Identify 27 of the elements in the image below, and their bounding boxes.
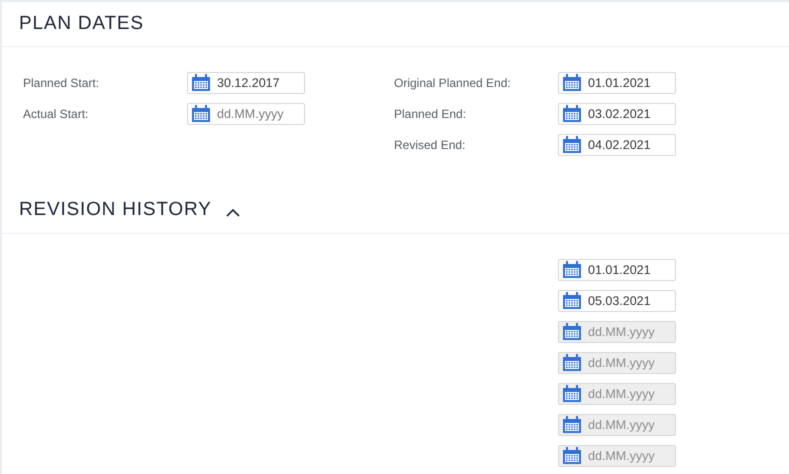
calendar-icon[interactable] bbox=[562, 74, 582, 92]
field-label: Revised End: bbox=[394, 138, 466, 152]
calendar-icon[interactable] bbox=[191, 74, 211, 92]
calendar-icon[interactable] bbox=[562, 447, 582, 465]
calendar-icon[interactable] bbox=[562, 354, 582, 372]
field-label: Actual Start: bbox=[23, 107, 90, 121]
field-label: Original Planned End: bbox=[394, 76, 512, 90]
chevron-icon[interactable] bbox=[226, 208, 240, 218]
calendar-icon[interactable] bbox=[562, 323, 582, 341]
date-field[interactable]: 04.02.2021 bbox=[558, 134, 676, 156]
date-field[interactable]: 01.01.2021 bbox=[558, 72, 676, 94]
calendar-icon[interactable] bbox=[562, 136, 582, 154]
field-label: Planned Start: bbox=[23, 76, 100, 90]
calendar-icon[interactable] bbox=[191, 105, 211, 123]
section-title: REVISION HISTORY bbox=[19, 199, 212, 221]
date-field[interactable]: 30.12.2017 bbox=[187, 72, 305, 94]
calendar-icon[interactable] bbox=[562, 292, 582, 310]
calendar-icon[interactable] bbox=[562, 105, 582, 123]
section-title: PLAN DATES bbox=[19, 13, 144, 35]
date-field[interactable]: 03.02.2021 bbox=[558, 103, 676, 125]
date-field[interactable]: 01.01.2021 bbox=[558, 259, 676, 281]
calendar-icon[interactable] bbox=[562, 416, 582, 434]
date-field[interactable]: 05.03.2021 bbox=[558, 290, 676, 312]
date-field[interactable]: dd.MM.yyyy bbox=[187, 103, 305, 125]
field-label: Planned End: bbox=[394, 107, 468, 121]
calendar-icon[interactable] bbox=[562, 261, 582, 279]
calendar-icon[interactable] bbox=[562, 385, 582, 403]
